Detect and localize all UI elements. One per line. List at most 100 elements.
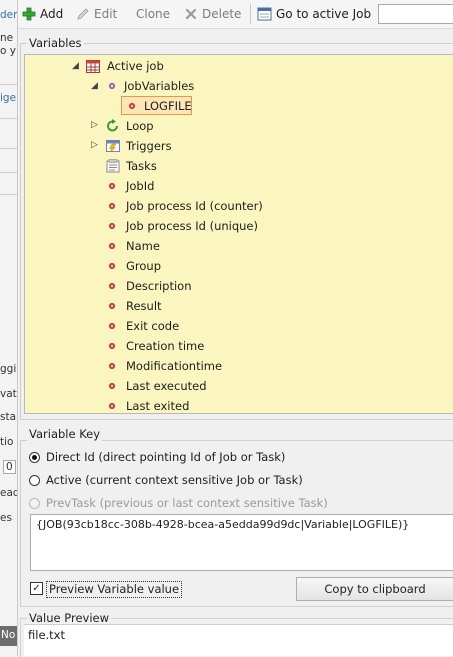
background-window-edge: der ne o y ige ggin vate sta tio 0 ead e…: [0, 0, 18, 656]
value-preview-text: file.txt: [28, 628, 65, 642]
expand-arrow-icon[interactable]: ▷: [91, 140, 98, 150]
tree-node-variable[interactable]: Creation time: [109, 337, 204, 355]
search-input[interactable]: [378, 4, 453, 24]
tasks-icon: [106, 159, 120, 173]
clipped-divider: [0, 148, 17, 149]
expand-arrow-icon[interactable]: ▷: [91, 120, 98, 130]
preview-variable-label[interactable]: Preview Variable value: [46, 581, 183, 598]
add-button[interactable]: Add: [22, 5, 63, 23]
tree-node-variable[interactable]: Exit code: [109, 317, 179, 335]
tree-node-triggers[interactable]: Triggers: [106, 137, 172, 155]
clipped-text: vate: [0, 388, 17, 400]
clipped-divider: [0, 84, 17, 85]
clipped-divider: [0, 172, 17, 173]
variable-icon: [109, 363, 115, 369]
tree-node-variable[interactable]: JobId: [109, 177, 154, 195]
trigger-icon: [106, 140, 120, 153]
tree-node-variable[interactable]: Last executed: [109, 377, 207, 395]
tree-node-label: Job process Id (counter): [126, 199, 263, 213]
edit-label: Edit: [94, 7, 118, 21]
tree-node-label: Modificationtime: [126, 359, 223, 373]
pencil-icon: [77, 8, 89, 20]
variable-icon: [109, 323, 115, 329]
variable-icon: [109, 263, 115, 269]
clipped-text: es: [0, 512, 12, 524]
tree-node-label: Last executed: [126, 379, 207, 393]
window-icon: [257, 7, 272, 21]
variable-icon: [109, 403, 115, 409]
variable-icon: [129, 103, 135, 109]
active-radio[interactable]: Active (current context sensitive Job or…: [29, 472, 303, 488]
tree-node-variable[interactable]: Name: [109, 237, 160, 255]
tree-node-variable[interactable]: Job process Id (unique): [109, 217, 258, 235]
tree-node-label: Tasks: [126, 159, 157, 173]
tree-node-variable[interactable]: Modificationtime: [109, 357, 222, 375]
tree-node-logfile[interactable]: LOGFILE: [129, 97, 192, 115]
tree-node-loop[interactable]: Loop: [106, 117, 154, 135]
clone-button[interactable]: Clone: [136, 5, 170, 23]
tree-node-label: JobVariables: [124, 79, 195, 93]
toolbar: Add Edit Clone Delete Go to active Job: [18, 0, 453, 29]
loop-arrow-icon: [107, 119, 118, 132]
clipped-text: ige: [0, 92, 17, 104]
preview-variable-checkbox[interactable]: ✓: [30, 582, 43, 595]
tree-node-variable[interactable]: Group: [109, 257, 161, 275]
clipped-divider: [0, 194, 17, 195]
tree-node-job-variables[interactable]: JobVariables: [109, 77, 194, 95]
plus-icon: [22, 7, 36, 21]
tree-node-tasks[interactable]: Tasks: [106, 157, 157, 175]
variable-icon: [109, 223, 115, 229]
variable-icon: [109, 243, 115, 249]
variable-key-expression-field[interactable]: {JOB(93cb18cc-308b-4928-bcea-a5edda99d9d…: [30, 514, 453, 571]
collapse-arrow-icon[interactable]: ◢: [72, 61, 79, 71]
variable-icon: [109, 283, 115, 289]
check-mark-icon: ✓: [32, 582, 41, 594]
tree-node-label: Triggers: [126, 139, 172, 153]
clipped-text: der: [0, 9, 18, 21]
go-to-active-job-button[interactable]: Go to active Job: [257, 5, 371, 23]
tree-node-label: Group: [126, 259, 162, 273]
clipped-text: ead: [0, 487, 18, 499]
tree-node-variable[interactable]: Result: [109, 297, 162, 315]
tree-node-label: Creation time: [126, 339, 205, 353]
radio-indicator: [29, 474, 40, 486]
toolbar-separator: [250, 4, 251, 24]
collapse-arrow-icon[interactable]: ◢: [91, 81, 98, 91]
radio-disabled-indicator: [29, 497, 40, 509]
clipped-divider: [0, 118, 17, 119]
tree-node-label: Result: [126, 299, 162, 313]
value-preview-field[interactable]: file.txt: [24, 624, 453, 656]
delete-button[interactable]: Delete: [184, 5, 241, 23]
tree-node-active-job[interactable]: Active job: [86, 57, 164, 75]
variable-icon: [109, 383, 115, 389]
tree-node-label: Description: [126, 279, 192, 293]
clipped-text: No: [1, 629, 16, 641]
variable-key-group-label: Variable Key: [27, 427, 103, 441]
clipped-text: tio: [0, 436, 14, 448]
clipped-text: o y: [0, 45, 16, 57]
active-label: Active (current context sensitive Job or…: [46, 473, 303, 487]
tree-node-label: Active job: [107, 59, 164, 73]
tree-node-variable[interactable]: Last exited: [109, 397, 189, 415]
tree-node-label: Name: [126, 239, 160, 253]
tree-node-variable[interactable]: Description: [109, 277, 192, 295]
tree-node-label: LOGFILE: [144, 99, 192, 113]
clipped-text: 0: [3, 460, 16, 474]
direct-id-radio[interactable]: Direct Id (direct pointing Id of Job or …: [29, 449, 285, 465]
edit-button[interactable]: Edit: [76, 5, 117, 23]
copy-to-clipboard-button[interactable]: Copy to clipboard: [296, 577, 453, 601]
variable-group-icon: [109, 83, 115, 89]
tree-node-label: Job process Id (unique): [126, 219, 258, 233]
radio-checked-indicator: [29, 451, 40, 463]
delete-label: Delete: [202, 7, 242, 21]
clipped-text: sta: [0, 411, 17, 423]
variable-icon: [109, 183, 115, 189]
variable-icon: [109, 303, 115, 309]
direct-id-label: Direct Id (direct pointing Id of Job or …: [46, 450, 286, 464]
calendar-table-icon: [86, 59, 100, 73]
variable-key-expression: {JOB(93cb18cc-308b-4928-bcea-a5edda99d9d…: [36, 518, 410, 531]
clone-label: Clone: [136, 7, 171, 21]
tree-node-label: Exit code: [126, 319, 180, 333]
go-to-active-job-label: Go to active Job: [276, 7, 372, 21]
tree-node-variable[interactable]: Job process Id (counter): [109, 197, 263, 215]
